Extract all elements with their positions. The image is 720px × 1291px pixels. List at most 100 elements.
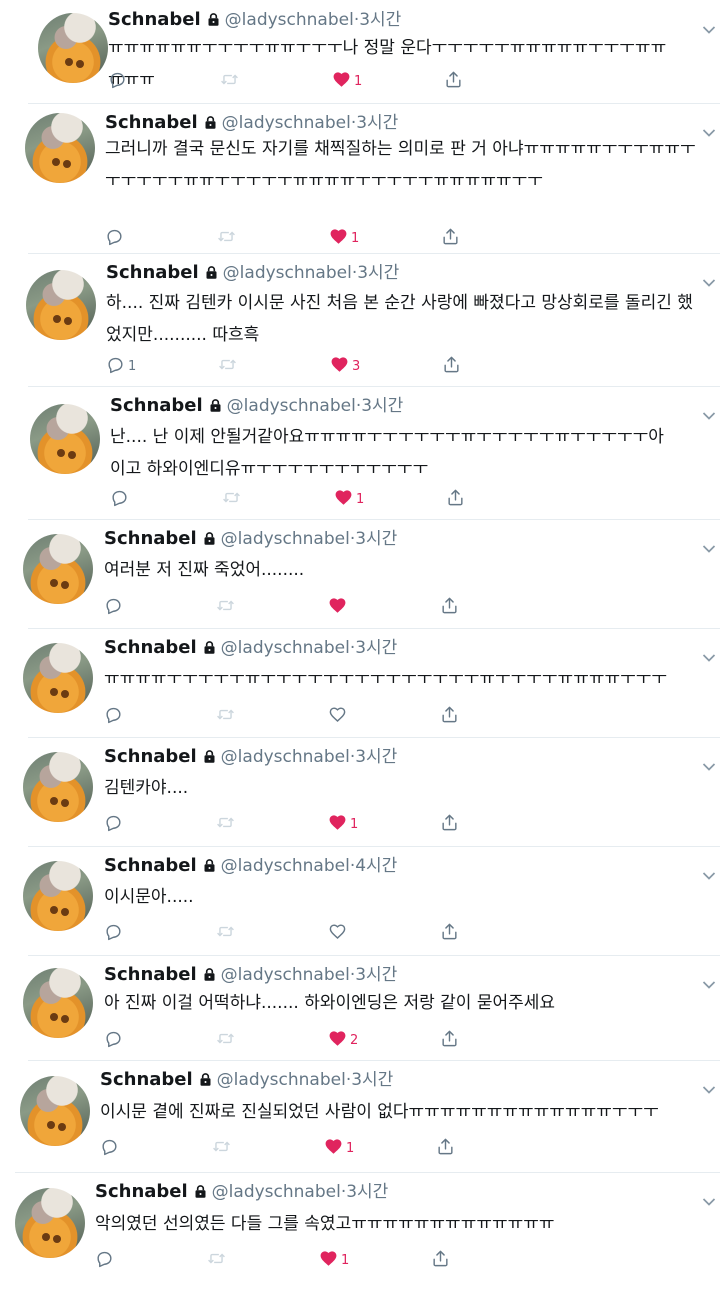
share-button[interactable] <box>446 488 465 510</box>
avatar[interactable] <box>20 1076 90 1146</box>
timestamp[interactable]: 3시간 <box>355 529 397 549</box>
chevron-down-icon[interactable] <box>702 123 716 137</box>
reply-button[interactable] <box>104 1029 126 1051</box>
display-name[interactable]: Schnabel <box>105 112 198 133</box>
avatar[interactable] <box>23 752 93 822</box>
like-button[interactable] <box>328 705 350 727</box>
display-name[interactable]: Schnabel <box>104 746 197 767</box>
handle[interactable]: @ladyschnabel <box>212 1182 341 1202</box>
timestamp[interactable]: 3시간 <box>351 1070 393 1090</box>
display-name[interactable]: Schnabel <box>106 262 199 283</box>
share-button[interactable] <box>440 596 459 618</box>
retweet-icon <box>218 355 237 378</box>
chevron-down-icon[interactable] <box>702 757 716 771</box>
share-button[interactable] <box>442 355 461 377</box>
timestamp[interactable]: 3시간 <box>357 263 399 283</box>
reply-button[interactable] <box>95 1249 117 1271</box>
chevron-down-icon[interactable] <box>702 866 716 880</box>
reply-button[interactable] <box>108 70 130 92</box>
timestamp[interactable]: 3시간 <box>355 747 397 767</box>
avatar[interactable] <box>15 1188 85 1258</box>
reply-button[interactable] <box>104 922 126 944</box>
share-button[interactable] <box>440 1029 459 1051</box>
tweet-actions <box>104 705 484 729</box>
display-name[interactable]: Schnabel <box>108 9 201 30</box>
chevron-down-icon[interactable] <box>702 1080 716 1094</box>
timestamp[interactable]: 3시간 <box>355 638 397 658</box>
chevron-down-icon[interactable] <box>702 273 716 287</box>
like-count: 1 <box>356 491 365 507</box>
like-button[interactable]: 3 <box>330 355 360 377</box>
like-button[interactable]: 1 <box>329 227 359 249</box>
like-button[interactable]: 2 <box>328 1029 358 1051</box>
display-name[interactable]: Schnabel <box>104 964 197 985</box>
handle[interactable]: @ladyschnabel <box>221 638 350 658</box>
chevron-down-icon[interactable] <box>702 406 716 420</box>
chevron-down-icon[interactable] <box>702 648 716 662</box>
share-button[interactable] <box>440 813 459 835</box>
handle[interactable]: @ladyschnabel <box>225 10 354 30</box>
avatar[interactable] <box>25 113 95 183</box>
share-button[interactable] <box>440 705 459 727</box>
tweet-divider <box>28 846 720 847</box>
heart-icon <box>334 488 353 511</box>
tweet-divider <box>28 955 720 956</box>
share-button[interactable] <box>436 1137 455 1159</box>
lock-icon <box>198 1071 213 1087</box>
timestamp[interactable]: 3시간 <box>356 113 398 133</box>
heart-icon <box>328 922 347 945</box>
avatar[interactable] <box>23 534 93 604</box>
heart-icon <box>324 1137 343 1160</box>
share-button[interactable] <box>441 227 460 249</box>
avatar[interactable] <box>23 861 93 931</box>
timestamp[interactable]: 3시간 <box>361 396 403 416</box>
avatar[interactable] <box>30 404 100 474</box>
like-button[interactable]: 1 <box>334 488 364 510</box>
handle[interactable]: @ladyschnabel <box>223 263 352 283</box>
share-icon <box>440 1029 459 1052</box>
like-button[interactable] <box>328 922 350 944</box>
like-button[interactable]: 1 <box>324 1137 354 1159</box>
chevron-down-icon[interactable] <box>702 975 716 989</box>
avatar[interactable] <box>38 13 108 83</box>
share-button[interactable] <box>440 922 459 944</box>
reply-button[interactable] <box>110 488 132 510</box>
timestamp[interactable]: 3시간 <box>355 965 397 985</box>
like-button[interactable] <box>328 596 350 618</box>
timestamp[interactable]: 3시간 <box>346 1182 388 1202</box>
like-button[interactable]: 1 <box>328 813 358 835</box>
display-name[interactable]: Schnabel <box>104 855 197 876</box>
display-name[interactable]: Schnabel <box>110 395 203 416</box>
timestamp[interactable]: 4시간 <box>355 856 397 876</box>
handle[interactable]: @ladyschnabel <box>221 747 350 767</box>
like-button[interactable]: 1 <box>319 1249 349 1271</box>
handle[interactable]: @ladyschnabel <box>217 1070 346 1090</box>
tweet-text: 난.... 난 이제 안될거같아요ㅠㅠㅠㅠㅜㅜㅜㅜㅜㅜㅠㅜㅜㅜㅜㅜㅠㅜㅜㅜㅜㅜ아… <box>110 427 664 479</box>
chevron-down-icon[interactable] <box>702 1192 716 1206</box>
chevron-down-icon[interactable] <box>702 539 716 553</box>
share-button[interactable] <box>444 70 463 92</box>
display-name[interactable]: Schnabel <box>95 1181 188 1202</box>
avatar[interactable] <box>23 968 93 1038</box>
handle[interactable]: @ladyschnabel <box>222 113 351 133</box>
share-button[interactable] <box>431 1249 450 1271</box>
reply-button[interactable] <box>104 813 126 835</box>
like-button[interactable]: 1 <box>332 70 362 92</box>
reply-button[interactable] <box>100 1137 122 1159</box>
timestamp[interactable]: 3시간 <box>359 10 401 30</box>
handle[interactable]: @ladyschnabel <box>221 529 350 549</box>
lock-icon <box>202 748 217 764</box>
avatar[interactable] <box>26 270 96 340</box>
reply-button[interactable]: 1 <box>106 355 136 377</box>
avatar[interactable] <box>23 643 93 713</box>
handle[interactable]: @ladyschnabel <box>221 965 350 985</box>
reply-button[interactable] <box>105 227 127 249</box>
display-name[interactable]: Schnabel <box>100 1069 193 1090</box>
reply-button[interactable] <box>104 705 126 727</box>
chevron-down-icon[interactable] <box>702 20 716 34</box>
reply-button[interactable] <box>104 596 126 618</box>
display-name[interactable]: Schnabel <box>104 637 197 658</box>
display-name[interactable]: Schnabel <box>104 528 197 549</box>
handle[interactable]: @ladyschnabel <box>227 396 356 416</box>
handle[interactable]: @ladyschnabel <box>221 856 350 876</box>
